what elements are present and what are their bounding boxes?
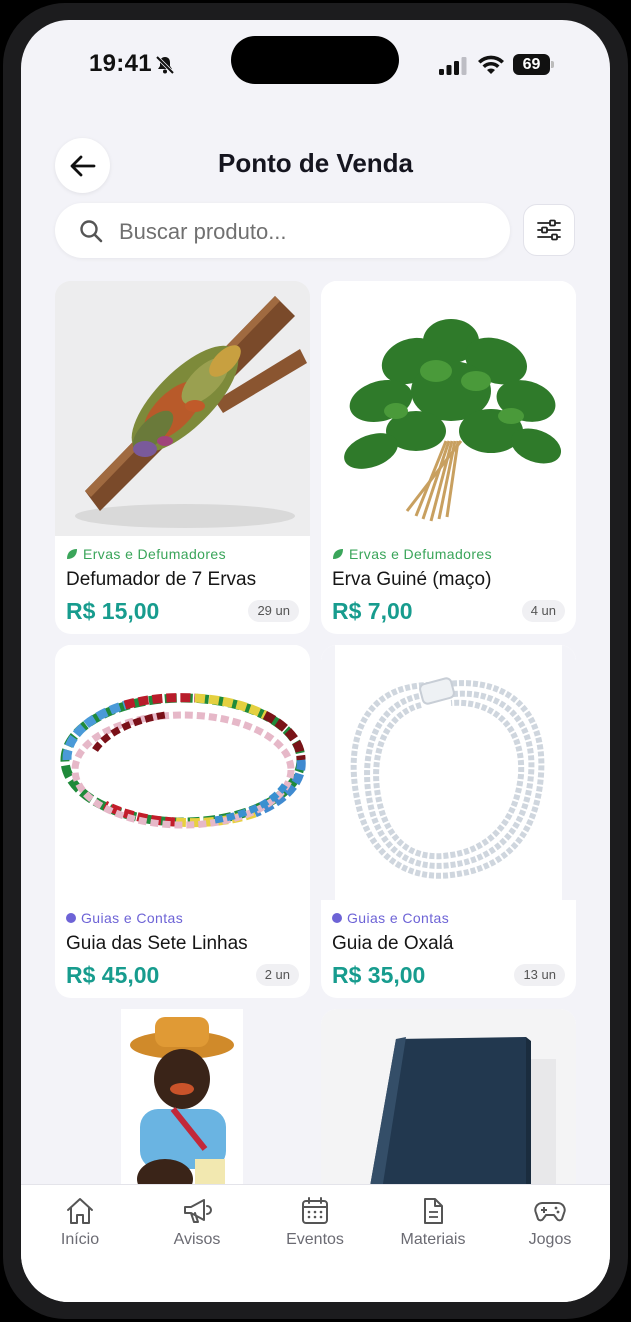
product-price: R$ 7,00 <box>332 598 413 624</box>
tab-label: Eventos <box>286 1231 344 1248</box>
product-category: Guias e Contas <box>66 910 183 926</box>
tab-label: Avisos <box>173 1231 221 1248</box>
product-price: R$ 35,00 <box>332 962 426 988</box>
leaf-icon <box>67 549 77 559</box>
product-image <box>55 281 310 536</box>
dynamic-island <box>231 36 399 84</box>
stock-badge: 29 un <box>248 600 299 622</box>
product-card[interactable] <box>321 1009 576 1209</box>
product-name: Guia das Sete Linhas <box>66 933 248 954</box>
incense-bundle-image <box>55 281 310 536</box>
status-time: 19:41 <box>89 50 152 77</box>
product-card[interactable]: Guias e Contas Guia de Oxalá R$ 35,00 13… <box>321 645 576 998</box>
tab-label: Início <box>60 1231 100 1248</box>
wifi-icon <box>478 55 504 74</box>
product-category: Guias e Contas <box>332 910 449 926</box>
gamepad-icon <box>534 1202 566 1222</box>
stock-badge: 13 un <box>514 964 565 986</box>
bell-muted-icon <box>155 55 175 75</box>
product-card[interactable] <box>55 1009 310 1209</box>
calendar-icon <box>302 1197 328 1224</box>
product-price: R$ 45,00 <box>66 962 160 988</box>
category-label: Guias e Contas <box>81 910 184 926</box>
tab-inicio[interactable]: Início <box>30 1197 130 1249</box>
battery-level: 69 <box>513 54 550 75</box>
page-title: Ponto de Venda <box>217 148 414 178</box>
stock-badge: 2 un <box>255 964 299 986</box>
product-category: Ervas e Defumadores <box>66 546 226 562</box>
product-card[interactable]: Guias e Contas Guia das Sete Linhas R$ 4… <box>55 645 310 998</box>
product-price: R$ 15,00 <box>66 598 160 624</box>
product-image <box>321 281 576 536</box>
stock-badge: 4 un <box>521 600 565 622</box>
product-name: Defumador de 7 Ervas <box>66 569 257 590</box>
tab-eventos[interactable]: Eventos <box>265 1197 365 1249</box>
statue-image <box>121 1009 243 1209</box>
tab-materiais[interactable]: Materiais <box>383 1197 483 1249</box>
phone-frame: 19:41 69 Ponto de Venda Buscar produto..… <box>0 0 631 1322</box>
notebook-image <box>321 1009 576 1209</box>
app-screen: 19:41 69 Ponto de Venda Buscar produto..… <box>21 20 610 1302</box>
search-icon <box>80 220 103 243</box>
product-name: Guia de Oxalá <box>332 933 454 954</box>
dot-icon <box>332 913 342 923</box>
bottom-tab-bar: Início Avisos Eventos Materiais Jogos <box>21 1184 610 1302</box>
leaf-icon <box>333 549 343 559</box>
category-label: Guias e Contas <box>347 910 450 926</box>
filter-button[interactable] <box>523 204 575 256</box>
sliders-icon <box>537 219 561 241</box>
battery-indicator: 69 <box>513 54 555 75</box>
bead-necklace-image <box>55 645 310 900</box>
tab-avisos[interactable]: Avisos <box>147 1197 247 1249</box>
category-label: Ervas e Defumadores <box>83 546 226 562</box>
product-card[interactable]: Ervas e Defumadores Erva Guiné (maço) R$… <box>321 281 576 634</box>
herb-bunch-image <box>321 281 576 536</box>
search-bar[interactable] <box>55 203 510 260</box>
document-icon <box>424 1198 443 1224</box>
tab-jogos[interactable]: Jogos <box>500 1197 600 1249</box>
tab-label: Materiais <box>400 1231 466 1248</box>
product-card[interactable]: Ervas e Defumadores Defumador de 7 Ervas… <box>55 281 310 634</box>
white-bead-necklace-image <box>321 645 576 900</box>
battery-tip <box>551 61 554 68</box>
product-name: Erva Guiné (maço) <box>332 569 492 590</box>
cellular-signal-icon <box>439 57 467 75</box>
tab-label: Jogos <box>528 1231 572 1248</box>
category-label: Ervas e Defumadores <box>349 546 492 562</box>
product-category: Ervas e Defumadores <box>332 546 492 562</box>
home-icon <box>67 1198 93 1224</box>
product-image <box>321 645 576 900</box>
search-input[interactable] <box>117 203 491 260</box>
megaphone-icon <box>184 1199 212 1223</box>
product-image <box>55 645 310 900</box>
dot-icon <box>66 913 76 923</box>
